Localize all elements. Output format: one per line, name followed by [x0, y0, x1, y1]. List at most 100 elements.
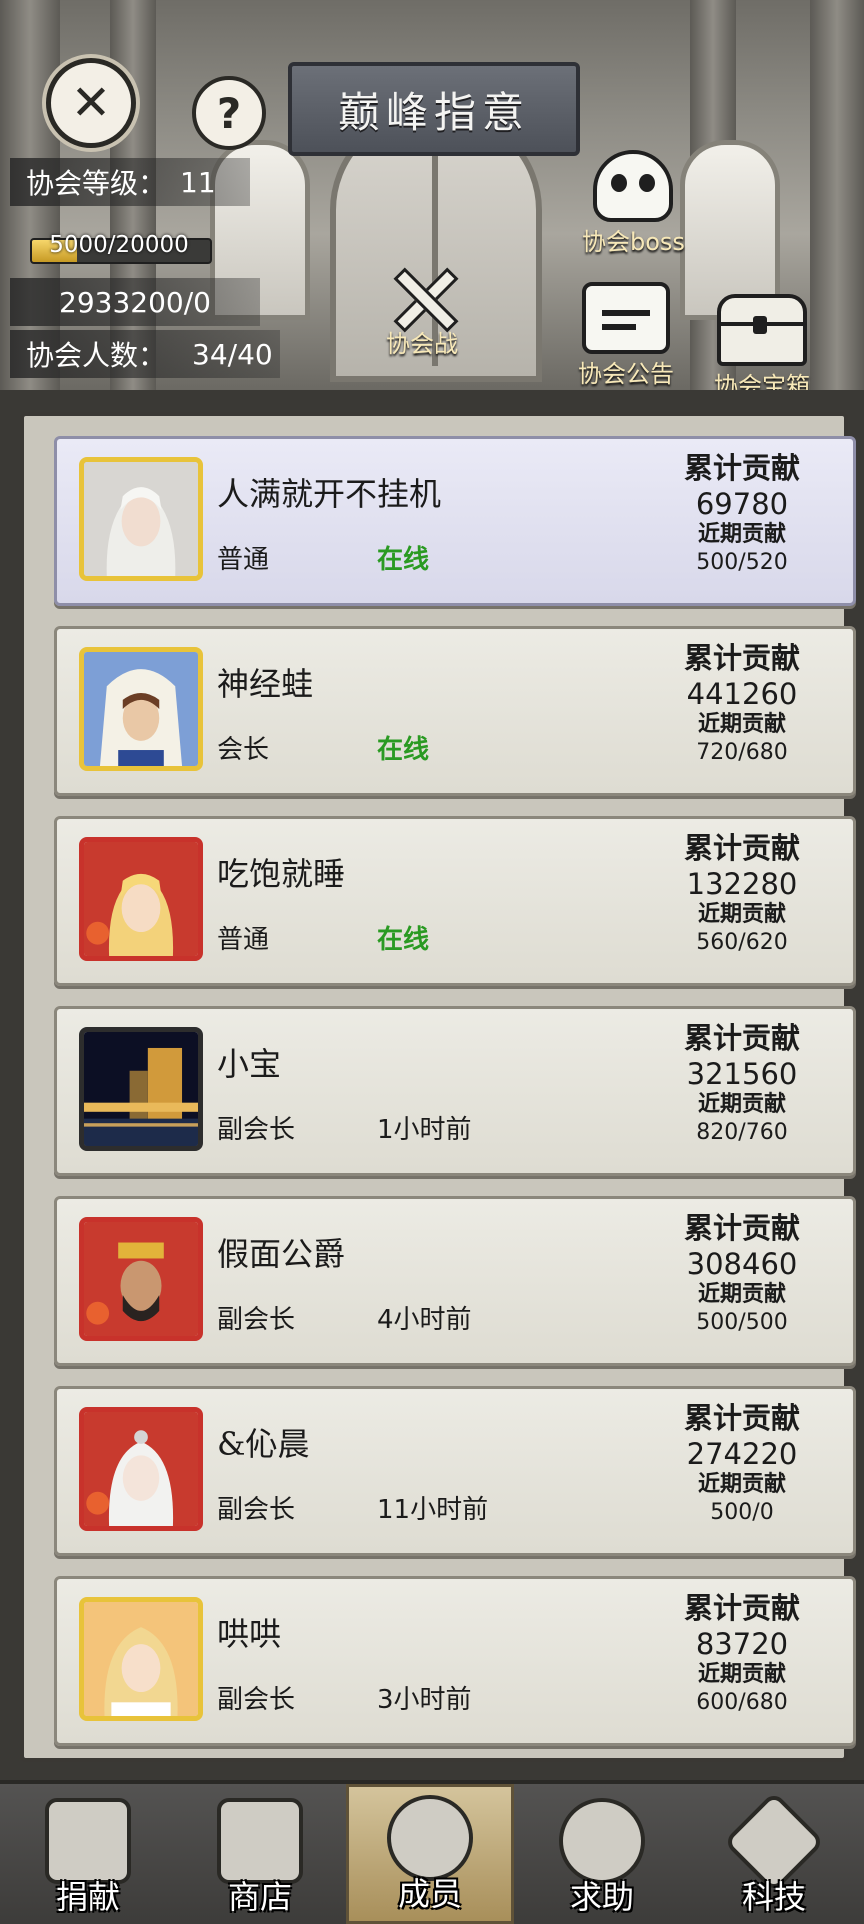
contribution-box: 累计贡献 308460 近期贡献 500/500 — [657, 1209, 827, 1337]
member-name: &伈晨 — [217, 1425, 310, 1463]
total-contribution-label: 累计贡献 — [683, 451, 800, 485]
contribution-box: 累计贡献 441260 近期贡献 720/680 — [657, 639, 827, 767]
tab-label: 商店 — [227, 1878, 292, 1916]
member-status: 在线 — [377, 545, 430, 575]
bottom-nav: 捐献 商店 成员 求助 科技 — [0, 1780, 864, 1924]
member-status: 4小时前 — [377, 1305, 472, 1335]
notice-board-icon — [582, 282, 670, 354]
page-title: 巅峰指意 — [288, 62, 580, 156]
member-card[interactable]: 小宝 副会长 1小时前 累计贡献 321560 近期贡献 820/760 — [54, 1006, 856, 1176]
recent-contribution-value: 600/680 — [696, 1690, 788, 1715]
recent-contribution-label: 近期贡献 — [697, 1282, 786, 1307]
member-avatar — [79, 1407, 203, 1531]
guild-boss-button[interactable]: 协会boss — [582, 150, 685, 257]
member-role: 普通 — [217, 545, 270, 575]
contribution-box: 累计贡献 321560 近期贡献 820/760 — [657, 1019, 827, 1147]
page-title-text: 巅峰指意 — [337, 87, 530, 137]
member-card[interactable]: 哄哄 副会长 3小时前 累计贡献 83720 近期贡献 600/680 — [54, 1576, 856, 1746]
member-card[interactable]: 假面公爵 副会长 4小时前 累计贡献 308460 近期贡献 500/500 — [54, 1196, 856, 1366]
member-role: 普通 — [217, 925, 270, 955]
member-name: 小宝 — [217, 1045, 282, 1083]
member-avatar — [79, 457, 203, 581]
tab-label: 科技 — [741, 1878, 806, 1916]
member-avatar — [79, 1217, 203, 1341]
crossed-swords-icon — [384, 262, 460, 333]
recent-contribution-value: 500/500 — [696, 1310, 788, 1335]
total-contribution-label: 累计贡献 — [683, 831, 800, 865]
tab-label: 捐献 — [55, 1878, 120, 1916]
window-right — [680, 140, 780, 320]
member-role: 副会长 — [217, 1495, 296, 1525]
tab-label: 成员 — [397, 1875, 462, 1913]
member-role: 会长 — [217, 735, 270, 765]
total-contribution-value: 441260 — [686, 677, 798, 711]
total-contribution-label: 累计贡献 — [683, 1021, 800, 1055]
member-role: 副会长 — [217, 1685, 296, 1715]
guild-boss-label: 协会boss — [582, 228, 685, 256]
recent-contribution-label: 近期贡献 — [697, 712, 786, 737]
total-contribution-label: 累计贡献 — [683, 1211, 800, 1245]
member-count-label: 协会人数： — [26, 339, 167, 372]
contribution-box: 累计贡献 69780 近期贡献 500/520 — [657, 449, 827, 577]
member-count-value: 34/40 — [192, 337, 273, 371]
guild-chest-label: 协会宝箱 — [714, 372, 810, 390]
guild-funds-value: 2933200/0 — [59, 285, 211, 319]
guild-notice-label: 协会公告 — [578, 360, 674, 388]
guild-header: 巅峰指意 ✕ ? 协会等级： 11 5000/20000 2933200/0 协… — [0, 0, 864, 390]
guild-chest-button[interactable]: 协会宝箱 — [714, 294, 810, 390]
member-list-panel[interactable]: 人满就开不挂机 普通 在线 累计贡献 69780 近期贡献 500/520 神经… — [20, 412, 856, 1762]
member-avatar — [79, 837, 203, 961]
member-role: 副会长 — [217, 1305, 296, 1335]
member-status: 11小时前 — [377, 1495, 489, 1525]
total-contribution-value: 308460 — [686, 1247, 798, 1281]
help-button[interactable]: ? — [192, 76, 266, 150]
guild-war-button[interactable]: 协会战 — [384, 262, 460, 359]
member-name: 神经蛙 — [217, 665, 314, 703]
member-count-row: 协会人数： 34/40 — [10, 330, 280, 378]
member-card[interactable]: &伈晨 副会长 11小时前 累计贡献 274220 近期贡献 500/0 — [54, 1386, 856, 1556]
skull-icon — [593, 150, 674, 222]
recent-contribution-value: 820/760 — [696, 1120, 788, 1145]
total-contribution-value: 132280 — [686, 867, 798, 901]
total-contribution-value: 83720 — [695, 1627, 789, 1661]
tab-donate[interactable]: 捐献 — [4, 1790, 172, 1924]
member-role: 副会长 — [217, 1115, 296, 1145]
help-icon: ? — [216, 88, 242, 138]
recent-contribution-label: 近期贡献 — [697, 1092, 786, 1117]
tab-shop[interactable]: 商店 — [176, 1790, 344, 1924]
guild-level-value: 11 — [180, 165, 216, 199]
member-status: 3小时前 — [377, 1685, 472, 1715]
recent-contribution-value: 720/680 — [696, 740, 788, 765]
close-icon: ✕ — [70, 75, 112, 131]
total-contribution-label: 累计贡献 — [683, 641, 800, 675]
member-avatar — [79, 1597, 203, 1721]
pillar-right — [810, 0, 864, 390]
contribution-box: 累计贡献 274220 近期贡献 500/0 — [657, 1399, 827, 1527]
member-avatar — [79, 1027, 203, 1151]
contribution-box: 累计贡献 132280 近期贡献 560/620 — [657, 829, 827, 957]
recent-contribution-label: 近期贡献 — [697, 522, 786, 547]
member-name: 吃饱就睡 — [217, 855, 346, 893]
member-name: 假面公爵 — [217, 1235, 346, 1273]
recent-contribution-label: 近期贡献 — [697, 902, 786, 927]
recent-contribution-label: 近期贡献 — [697, 1662, 786, 1687]
total-contribution-value: 274220 — [686, 1437, 798, 1471]
member-card[interactable]: 吃饱就睡 普通 在线 累计贡献 132280 近期贡献 560/620 — [54, 816, 856, 986]
member-status: 1小时前 — [377, 1115, 472, 1145]
tab-members[interactable]: 成员 — [346, 1784, 514, 1924]
member-name: 人满就开不挂机 — [217, 475, 442, 513]
guild-exp-text: 5000/20000 — [49, 232, 189, 258]
close-button[interactable]: ✕ — [46, 58, 136, 148]
guild-notice-button[interactable]: 协会公告 — [578, 282, 674, 389]
guild-level-label: 协会等级： — [26, 167, 167, 200]
total-contribution-label: 累计贡献 — [683, 1591, 800, 1625]
member-card[interactable]: 神经蛙 会长 在线 累计贡献 441260 近期贡献 720/680 — [54, 626, 856, 796]
total-contribution-label: 累计贡献 — [683, 1401, 800, 1435]
tab-help-request[interactable]: 求助 — [518, 1790, 686, 1924]
tab-tech[interactable]: 科技 — [690, 1790, 858, 1924]
total-contribution-value: 69780 — [695, 487, 789, 521]
member-status: 在线 — [377, 735, 430, 765]
recent-contribution-value: 560/620 — [696, 930, 788, 955]
member-card[interactable]: 人满就开不挂机 普通 在线 累计贡献 69780 近期贡献 500/520 — [54, 436, 856, 606]
recent-contribution-value: 500/520 — [696, 550, 788, 575]
